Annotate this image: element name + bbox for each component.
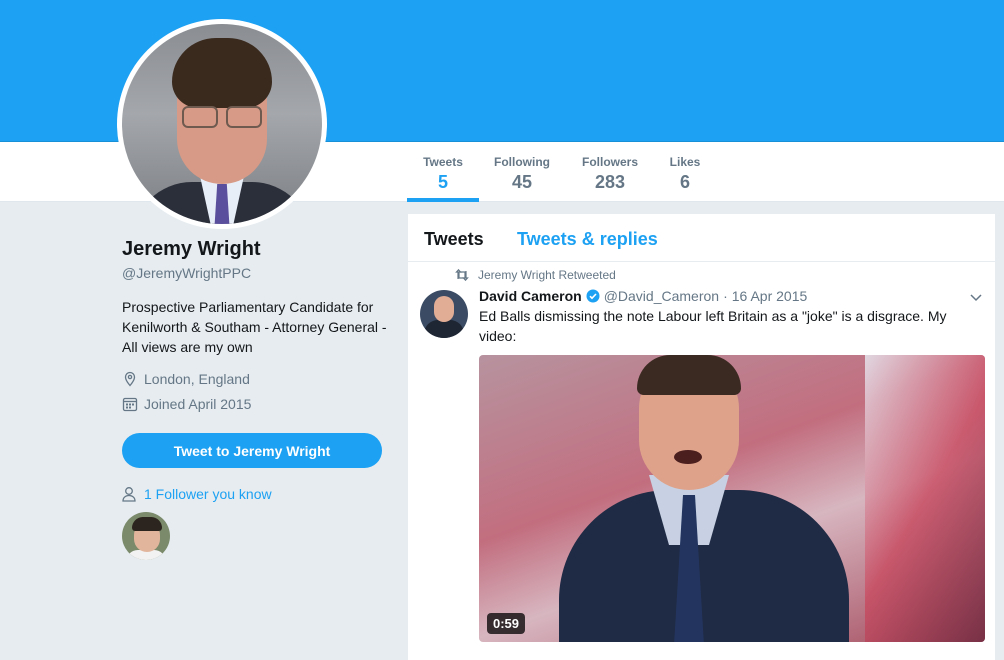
followers-you-know-text: 1 Follower you know bbox=[144, 486, 272, 502]
video-duration: 0:59 bbox=[487, 613, 526, 634]
nav-likes-count: 6 bbox=[679, 172, 690, 192]
tweet-author-avatar[interactable] bbox=[420, 290, 468, 338]
profile-name[interactable]: Jeremy Wright bbox=[122, 238, 392, 261]
timeline-tabs: Tweets Tweets & replies bbox=[408, 214, 995, 262]
tab-tweets-replies[interactable]: Tweets & replies bbox=[517, 229, 658, 250]
retweet-context-text: Jeremy Wright Retweeted bbox=[478, 268, 616, 282]
tweet-author-name[interactable]: David Cameron bbox=[479, 288, 582, 304]
tweet-video[interactable]: 0:59 bbox=[479, 355, 985, 642]
retweet-icon bbox=[455, 269, 469, 281]
nav-following-count: 45 bbox=[511, 172, 533, 192]
nav-tweets-count: 5 bbox=[437, 172, 448, 192]
tweet-separator: · bbox=[723, 288, 728, 304]
nav-tweets[interactable]: Tweets 5 bbox=[407, 142, 479, 202]
location-icon bbox=[124, 371, 136, 387]
profile-card: Jeremy Wright @JeremyWrightPPC Prospecti… bbox=[122, 238, 392, 412]
chevron-down-icon[interactable] bbox=[969, 290, 983, 304]
nav-likes-label: Likes bbox=[669, 155, 701, 169]
tab-tweets[interactable]: Tweets bbox=[424, 229, 484, 250]
followers-you-know-link[interactable]: 1 Follower you know bbox=[122, 486, 272, 502]
profile-handle[interactable]: @JeremyWrightPPC bbox=[122, 265, 392, 281]
follower-avatar[interactable] bbox=[122, 512, 170, 560]
nav-followers-count: 283 bbox=[594, 172, 626, 192]
nav-tweets-label: Tweets bbox=[423, 155, 463, 169]
timeline: Tweets Tweets & replies Jeremy Wright Re… bbox=[407, 213, 996, 660]
profile-photo bbox=[122, 24, 322, 224]
tweet-author-handle[interactable]: @David_Cameron bbox=[604, 288, 719, 304]
tweet-header: David Cameron @David_Cameron · 16 Apr 20… bbox=[479, 288, 807, 304]
profile-bio: Prospective Parliamentary Candidate for … bbox=[122, 299, 387, 355]
profile-avatar[interactable] bbox=[117, 19, 327, 229]
tweet-text: Ed Balls dismissing the note Labour left… bbox=[479, 308, 947, 344]
profile-joined-text: Joined April 2015 bbox=[144, 396, 252, 412]
nav-followers-label: Followers bbox=[581, 155, 638, 169]
verified-icon bbox=[586, 289, 600, 303]
profile-location: London, England bbox=[122, 371, 392, 387]
profile-location-text: London, England bbox=[144, 371, 250, 387]
nav-following[interactable]: Following 45 bbox=[486, 142, 558, 202]
profile-joined: Joined April 2015 bbox=[122, 396, 392, 412]
nav-likes[interactable]: Likes 6 bbox=[662, 142, 708, 202]
nav-following-label: Following bbox=[494, 155, 550, 169]
tweet-timestamp[interactable]: 16 Apr 2015 bbox=[732, 288, 808, 304]
nav-followers[interactable]: Followers 283 bbox=[573, 142, 647, 202]
retweet-context[interactable]: Jeremy Wright Retweeted bbox=[455, 268, 616, 282]
calendar-icon bbox=[122, 397, 138, 412]
person-icon bbox=[122, 487, 136, 502]
tweet-to-button[interactable]: Tweet to Jeremy Wright bbox=[122, 433, 382, 468]
